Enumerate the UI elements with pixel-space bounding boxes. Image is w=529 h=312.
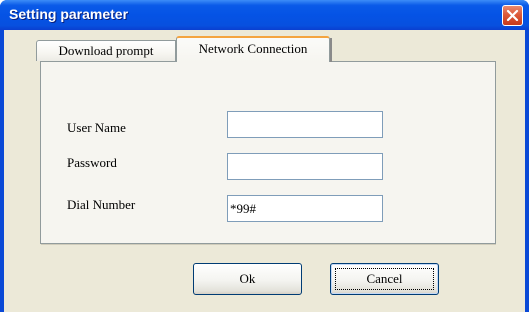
tab-download-prompt[interactable]: Download prompt	[36, 40, 176, 61]
tab-network-connection-label: Network Connection	[198, 41, 308, 56]
window-frame-right	[525, 30, 529, 312]
window-title: Setting parameter	[9, 6, 129, 22]
password-label: Password	[67, 155, 117, 170]
close-button[interactable]	[502, 5, 523, 26]
user-name-label: User Name	[67, 120, 126, 135]
password-field[interactable]	[227, 153, 383, 180]
close-icon	[506, 9, 519, 22]
dial-number-label: Dial Number	[67, 197, 136, 212]
cancel-button-label: Cancel	[366, 271, 403, 286]
setting-parameter-dialog: Setting parameter Download prompt Networ…	[0, 0, 529, 312]
title-bar[interactable]: Setting parameter	[0, 0, 529, 30]
ok-button-label: Ok	[239, 271, 256, 286]
cancel-button[interactable]: Cancel	[330, 263, 439, 295]
tab-download-prompt-label: Download prompt	[58, 43, 154, 58]
ok-button[interactable]: Ok	[193, 263, 302, 295]
user-name-field[interactable]	[227, 111, 383, 138]
tab-network-connection[interactable]: Network Connection	[176, 36, 332, 62]
dial-number-field[interactable]	[227, 195, 383, 222]
